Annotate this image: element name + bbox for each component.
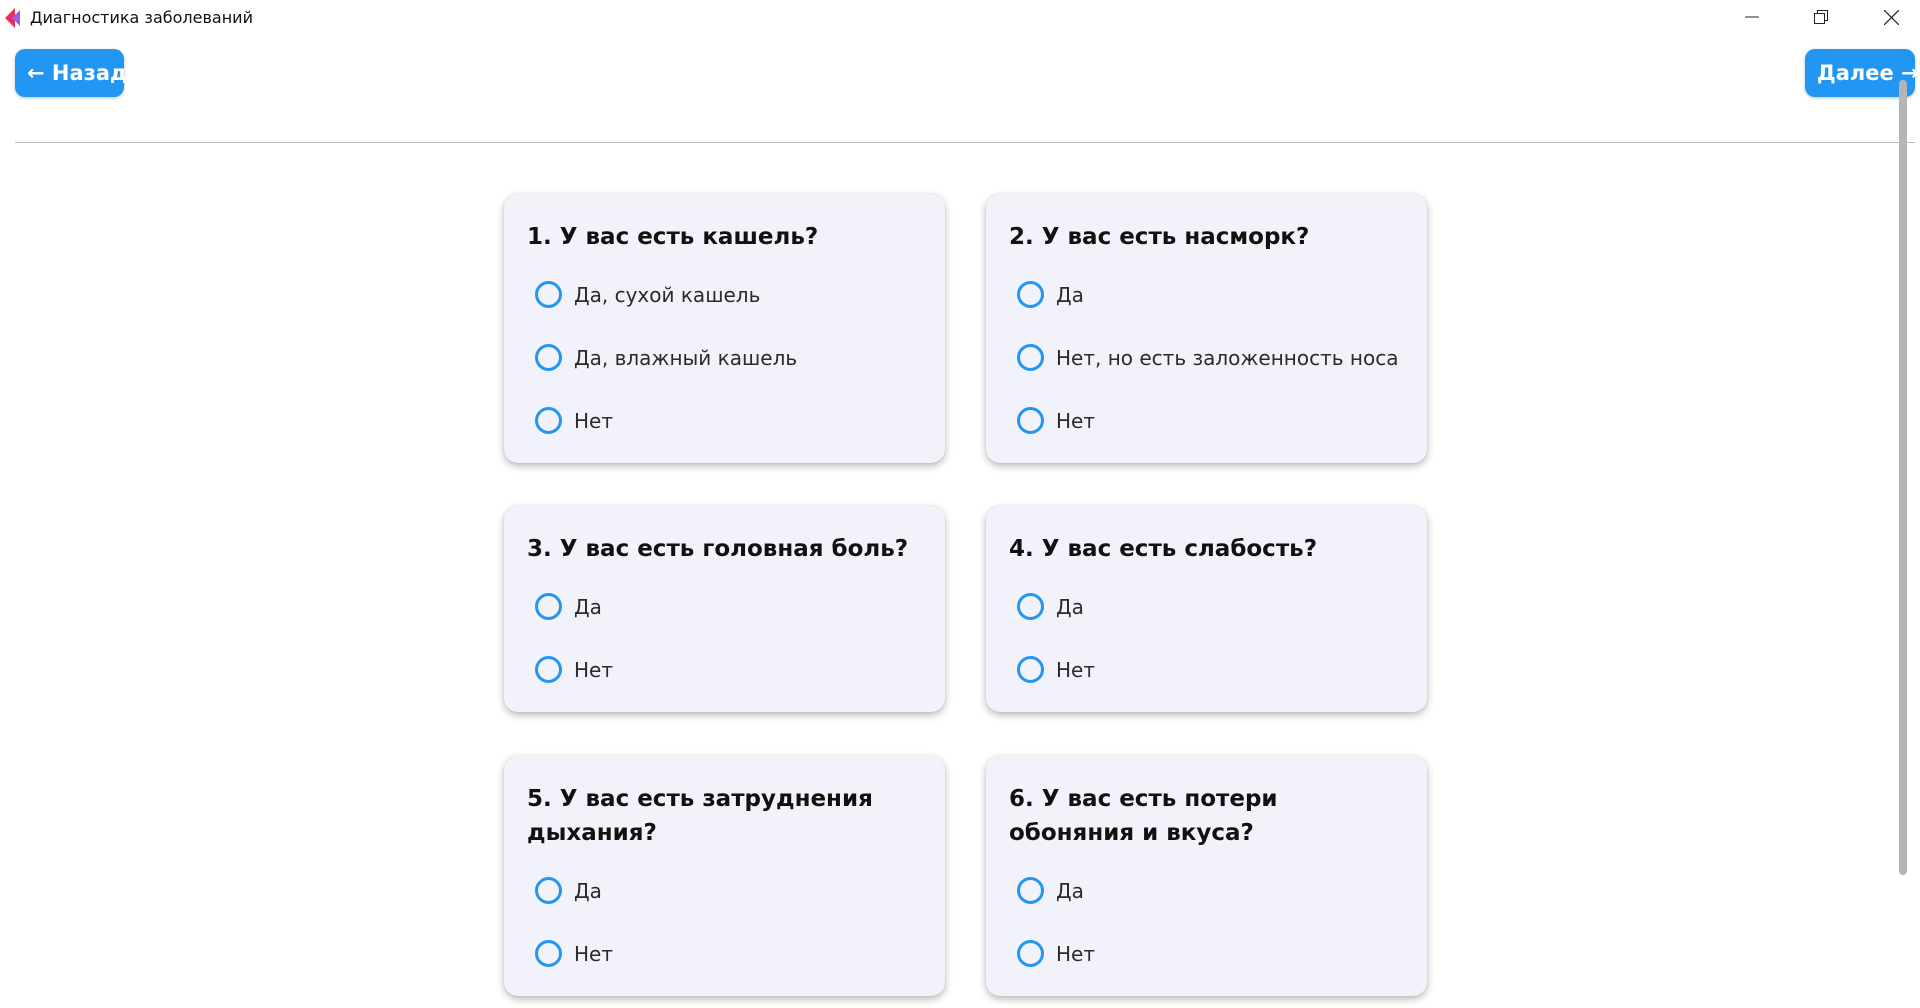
- option-label: Да: [1056, 282, 1084, 307]
- option-yes[interactable]: Да: [535, 575, 945, 638]
- window-title: Диагностика заболеваний: [30, 8, 253, 27]
- option-label: Да: [1056, 878, 1084, 903]
- option-label: Нет: [1056, 408, 1095, 433]
- option-no[interactable]: Нет: [535, 638, 945, 701]
- minimize-icon: [1745, 16, 1759, 18]
- radio-button[interactable]: [1017, 940, 1044, 967]
- radio-button[interactable]: [535, 344, 562, 371]
- question-card-1: 1. У вас есть кашель? Да, сухой кашель Д…: [504, 194, 945, 463]
- radio-button[interactable]: [1017, 593, 1044, 620]
- question-card-4: 4. У вас есть слабость? Да Нет: [986, 506, 1427, 712]
- option-yes[interactable]: Да: [1017, 859, 1427, 922]
- close-button[interactable]: [1857, 0, 1920, 34]
- option-label: Да, влажный кашель: [574, 345, 798, 370]
- option-no[interactable]: Нет: [1017, 389, 1427, 452]
- radio-button[interactable]: [1017, 877, 1044, 904]
- option-label: Нет, но есть заложенность носа: [1056, 345, 1399, 370]
- question-title: 6. У вас есть потери обоняния и вкуса?: [1009, 786, 1278, 846]
- options-group: Да, сухой кашель Да, влажный кашель Нет: [504, 263, 945, 452]
- question-card-2: 2. У вас есть насморк? Да Нет, но есть з…: [986, 194, 1427, 463]
- radio-button[interactable]: [1017, 656, 1044, 683]
- option-no[interactable]: Нет: [1017, 922, 1427, 985]
- option-wet-cough[interactable]: Да, влажный кашель: [535, 326, 945, 389]
- option-label: Нет: [574, 657, 613, 682]
- options-group: Да Нет: [986, 575, 1427, 701]
- radio-button[interactable]: [535, 877, 562, 904]
- restore-button[interactable]: [1787, 0, 1855, 34]
- option-label: Да: [1056, 594, 1084, 619]
- option-label: Нет: [574, 941, 613, 966]
- scrollbar[interactable]: [1896, 80, 1910, 880]
- option-yes[interactable]: Да: [1017, 263, 1427, 326]
- options-group: Да Нет: [986, 859, 1427, 985]
- option-yes[interactable]: Да: [535, 859, 945, 922]
- question-title: 3. У вас есть головная боль?: [527, 536, 909, 562]
- radio-button[interactable]: [535, 593, 562, 620]
- restore-icon: [1814, 10, 1828, 24]
- radio-button[interactable]: [535, 656, 562, 683]
- question-title: 5. У вас есть затруднения дыхания?: [527, 786, 873, 846]
- option-congestion[interactable]: Нет, но есть заложенность носа: [1017, 326, 1427, 389]
- radio-button[interactable]: [1017, 344, 1044, 371]
- options-group: Да Нет, но есть заложенность носа Нет: [986, 263, 1427, 452]
- back-button[interactable]: ← Назад: [15, 49, 127, 97]
- scrollbar-thumb[interactable]: [1899, 80, 1907, 875]
- options-group: Да Нет: [504, 575, 945, 701]
- radio-button[interactable]: [535, 281, 562, 308]
- option-no[interactable]: Нет: [535, 389, 945, 452]
- question-title: 4. У вас есть слабость?: [1009, 536, 1318, 562]
- question-card-6: 6. У вас есть потери обоняния и вкуса? Д…: [986, 756, 1427, 996]
- option-label: Да: [574, 878, 602, 903]
- title-bar: Диагностика заболеваний: [0, 0, 1920, 36]
- app-logo-icon: [5, 8, 20, 28]
- option-yes[interactable]: Да: [1017, 575, 1427, 638]
- options-group: Да Нет: [504, 859, 945, 985]
- header-divider: [15, 142, 1915, 143]
- question-title: 1. У вас есть кашель?: [527, 224, 819, 250]
- option-dry-cough[interactable]: Да, сухой кашель: [535, 263, 945, 326]
- radio-button[interactable]: [535, 940, 562, 967]
- option-label: Нет: [574, 408, 613, 433]
- option-no[interactable]: Нет: [1017, 638, 1427, 701]
- radio-button[interactable]: [1017, 407, 1044, 434]
- option-label: Нет: [1056, 941, 1095, 966]
- minimize-button[interactable]: [1718, 0, 1786, 34]
- close-icon: [1883, 9, 1899, 25]
- question-title: 2. У вас есть насморк?: [1009, 224, 1310, 250]
- option-label: Да: [574, 594, 602, 619]
- radio-button[interactable]: [1017, 281, 1044, 308]
- radio-button[interactable]: [535, 407, 562, 434]
- question-card-5: 5. У вас есть затруднения дыхания? Да Не…: [504, 756, 945, 996]
- option-no[interactable]: Нет: [535, 922, 945, 985]
- option-label: Да, сухой кашель: [574, 282, 761, 307]
- option-label: Нет: [1056, 657, 1095, 682]
- question-card-3: 3. У вас есть головная боль? Да Нет: [504, 506, 945, 712]
